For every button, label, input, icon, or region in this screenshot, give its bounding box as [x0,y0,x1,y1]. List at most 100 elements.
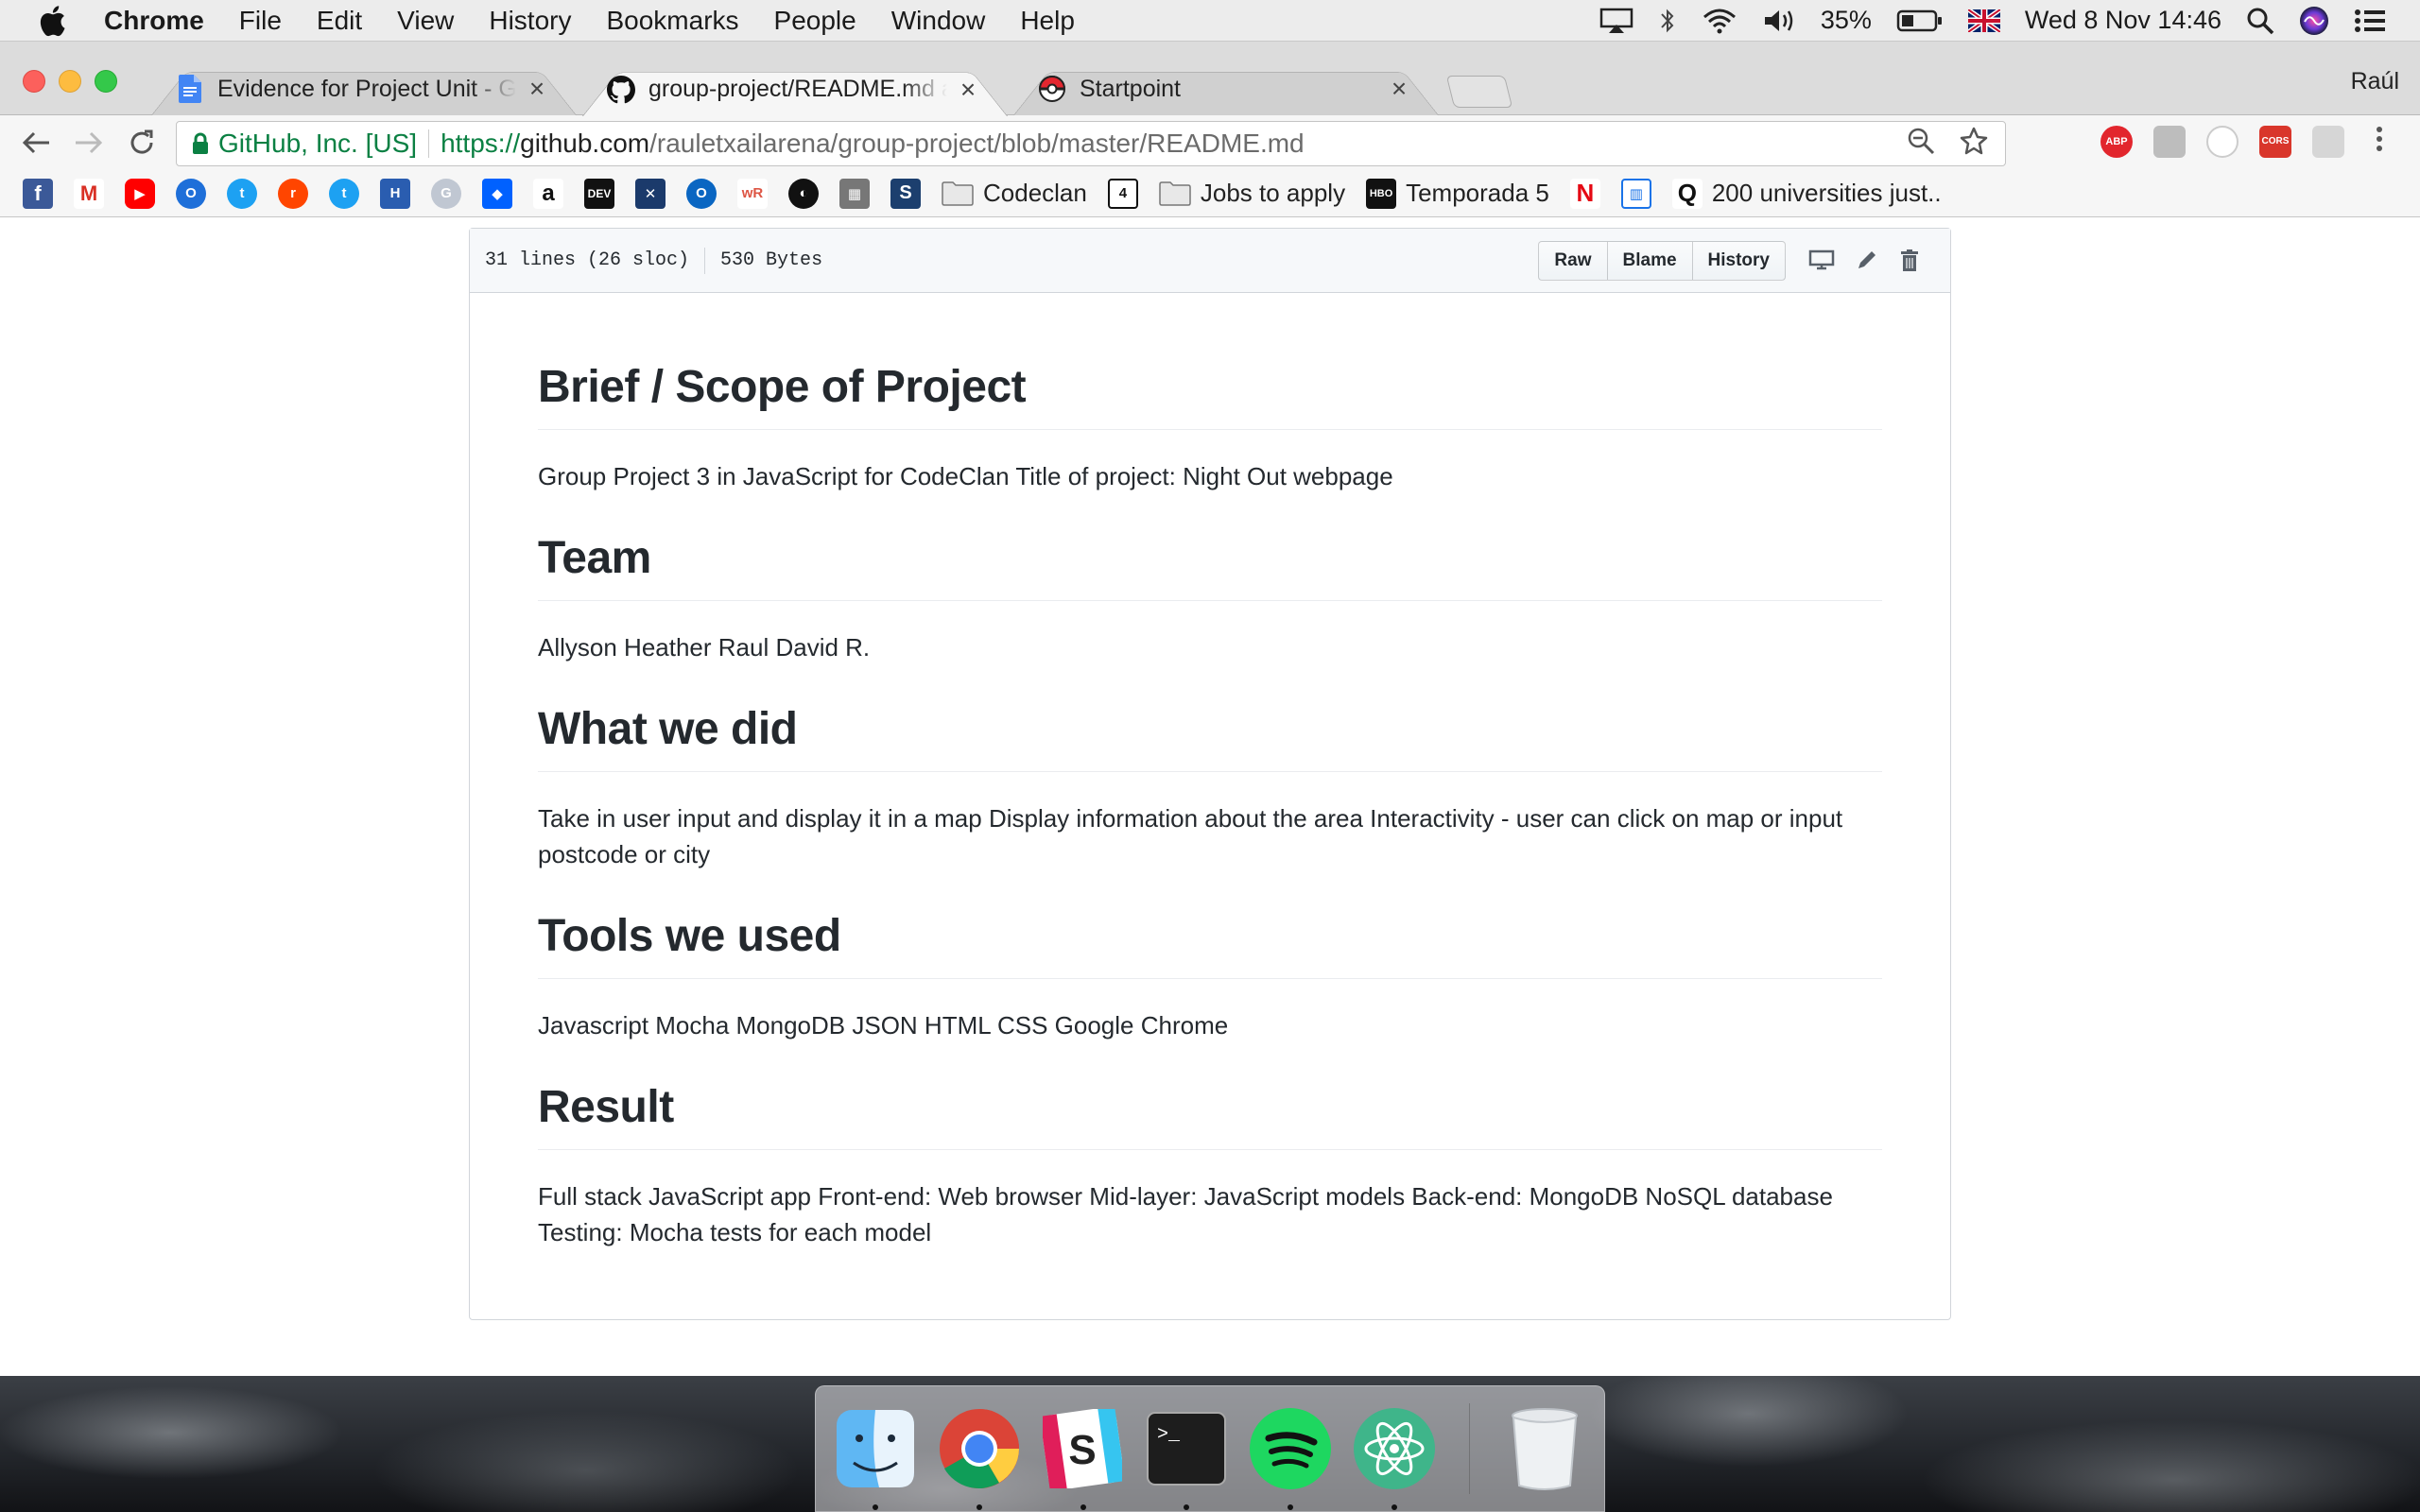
battery-icon[interactable] [1896,9,1944,33]
menu-history[interactable]: History [489,6,571,36]
readme-paragraph: Full stack JavaScript app Front-end: Web… [538,1182,1833,1246]
readme-paragraph: Javascript Mocha MongoDB JSON HTML CSS G… [538,1011,1229,1040]
close-window-button[interactable] [23,70,45,93]
menubar-clock[interactable]: Wed 8 Nov 14:46 [2025,6,2221,35]
gmail-icon[interactable]: M [74,178,104,209]
wordreference-icon[interactable]: wR [737,178,768,209]
url-domain: github.com [520,129,650,158]
uk-flag-icon[interactable] [1967,9,2000,32]
siri-icon[interactable] [2299,6,2329,36]
bookmark-layout-icon[interactable]: ▥ [1620,178,1651,209]
readme-heading: Team [538,530,1882,601]
menu-app-chrome[interactable]: Chrome [104,6,204,36]
atom-icon[interactable] [1352,1406,1437,1510]
readme-paragraph: Group Project 3 in JavaScript for CodeCl… [538,462,1393,490]
folder-icon [1159,180,1191,206]
reload-icon[interactable] [123,124,161,162]
hbo-icon: HBO [1366,178,1397,209]
url-text[interactable]: https://github.com/rauletxailarena/group… [441,129,1305,159]
trash-icon[interactable] [1899,249,1920,273]
tab-google-docs[interactable]: Evidence for Project Unit - Google Docs … [151,62,577,115]
netflix-icon[interactable]: N [1569,178,1600,209]
finder-icon[interactable] [833,1406,918,1510]
twitter-icon[interactable]: t [227,178,257,209]
bluetooth-icon[interactable] [1658,7,1677,35]
raw-button[interactable]: Raw [1538,240,1608,281]
amazon-icon[interactable]: a [533,178,563,209]
bookmark-4-icon[interactable]: 4 [1107,178,1138,209]
bookmark-folder-jobs[interactable]: Jobs to apply [1159,179,1345,208]
menu-window[interactable]: Window [891,6,986,36]
menu-edit[interactable]: Edit [317,6,362,36]
cors-icon[interactable]: CORS [2259,125,2291,158]
trash-icon[interactable] [1502,1406,1587,1491]
menu-help[interactable]: Help [1020,6,1075,36]
slack-icon[interactable]: S [1041,1406,1126,1510]
github-icon [607,75,635,104]
profile-name[interactable]: Raúl [2351,68,2399,95]
bookmark-temporada[interactable]: HBO Temporada 5 [1366,178,1549,209]
bookmark-blue-icon[interactable]: H [380,178,410,209]
tab-close-icon[interactable]: × [957,75,979,105]
dev-to-icon[interactable]: DEV [584,178,614,209]
spotify-icon[interactable] [1248,1406,1333,1510]
extension-react-icon[interactable] [2312,125,2344,158]
reddit-icon[interactable]: r [278,178,308,209]
readme-paragraph: Allyson Heather Raul David R. [538,633,871,662]
back-arrow-icon[interactable] [17,124,55,162]
menu-bookmarks[interactable]: Bookmarks [606,6,738,36]
address-bar[interactable]: GitHub, Inc. [US] https://github.com/rau… [176,121,2006,166]
pencil-icon[interactable] [1856,249,1878,273]
history-button[interactable]: History [1691,240,1786,281]
forward-arrow-icon[interactable] [70,124,108,162]
bookmark-o-icon[interactable]: O [686,178,717,209]
bookmark-star-icon[interactable] [1960,127,1988,162]
ev-certificate-label[interactable]: GitHub, Inc. [US] [218,129,417,159]
menu-view[interactable]: View [397,6,454,36]
dropbox-icon[interactable]: ◆ [482,178,512,209]
spotlight-icon[interactable] [2246,7,2274,35]
blame-button[interactable]: Blame [1606,240,1693,281]
airplay-icon[interactable] [1599,8,1634,34]
menu-people[interactable]: People [774,6,856,36]
bookmark-s-icon[interactable]: S [890,178,921,209]
extension-circle-icon[interactable] [2206,125,2238,158]
terminal-icon[interactable]: >_ [1144,1406,1229,1510]
tab-close-icon[interactable]: × [1388,74,1410,104]
menu-file[interactable]: File [239,6,282,36]
desktop-icon[interactable] [1808,249,1835,273]
bookmark-moon-icon[interactable]: ◐ [788,178,819,209]
twitter-icon[interactable]: t [329,178,359,209]
volume-icon[interactable] [1762,8,1796,34]
bookmark-label: 200 universities just.. [1711,179,1942,207]
bookmark-folder-codeclan[interactable]: Codeclan [942,179,1087,208]
page-viewport: 31 lines (26 sloc) 530 Bytes Raw Blame H… [0,218,2420,1376]
tab-startpoint[interactable]: Startpoint × [1013,62,1439,115]
bookmark-grid-icon[interactable]: ▦ [839,178,870,209]
chrome-icon[interactable] [937,1406,1022,1510]
facebook-icon[interactable]: f [23,178,53,209]
tab-title: Startpoint [1080,75,1182,102]
lock-icon[interactable] [192,132,209,155]
opera-icon[interactable]: O [176,178,206,209]
battery-percentage: 35% [1820,6,1872,34]
zoom-icon[interactable] [1907,127,1935,162]
extension-grey-icon[interactable] [2153,125,2186,158]
running-indicator [1287,1504,1293,1510]
new-tab-button[interactable] [1445,76,1513,108]
notification-center-icon[interactable] [2354,9,2386,33]
apple-menu-icon[interactable] [38,5,76,37]
adblock-plus-icon[interactable]: ABP [2100,125,2133,158]
youtube-icon[interactable]: ▶ [125,178,155,209]
wifi-icon[interactable] [1702,8,1737,34]
bookmark-globe-icon[interactable]: G [431,178,461,209]
dock: S >_ [815,1385,1605,1512]
tab-close-icon[interactable]: × [526,74,548,104]
tab-github-readme[interactable]: group-project/README.md at master · raul… [582,62,1008,116]
zoom-window-button[interactable] [95,70,117,93]
macos-menu-bar: Chrome File Edit View History Bookmarks … [0,0,2420,42]
chrome-menu-icon[interactable] [2375,125,2384,158]
bookmark-x-icon[interactable]: ✕ [635,178,666,209]
bookmark-quora[interactable]: Q 200 universities just.. [1671,178,1942,209]
minimize-window-button[interactable] [59,70,81,93]
